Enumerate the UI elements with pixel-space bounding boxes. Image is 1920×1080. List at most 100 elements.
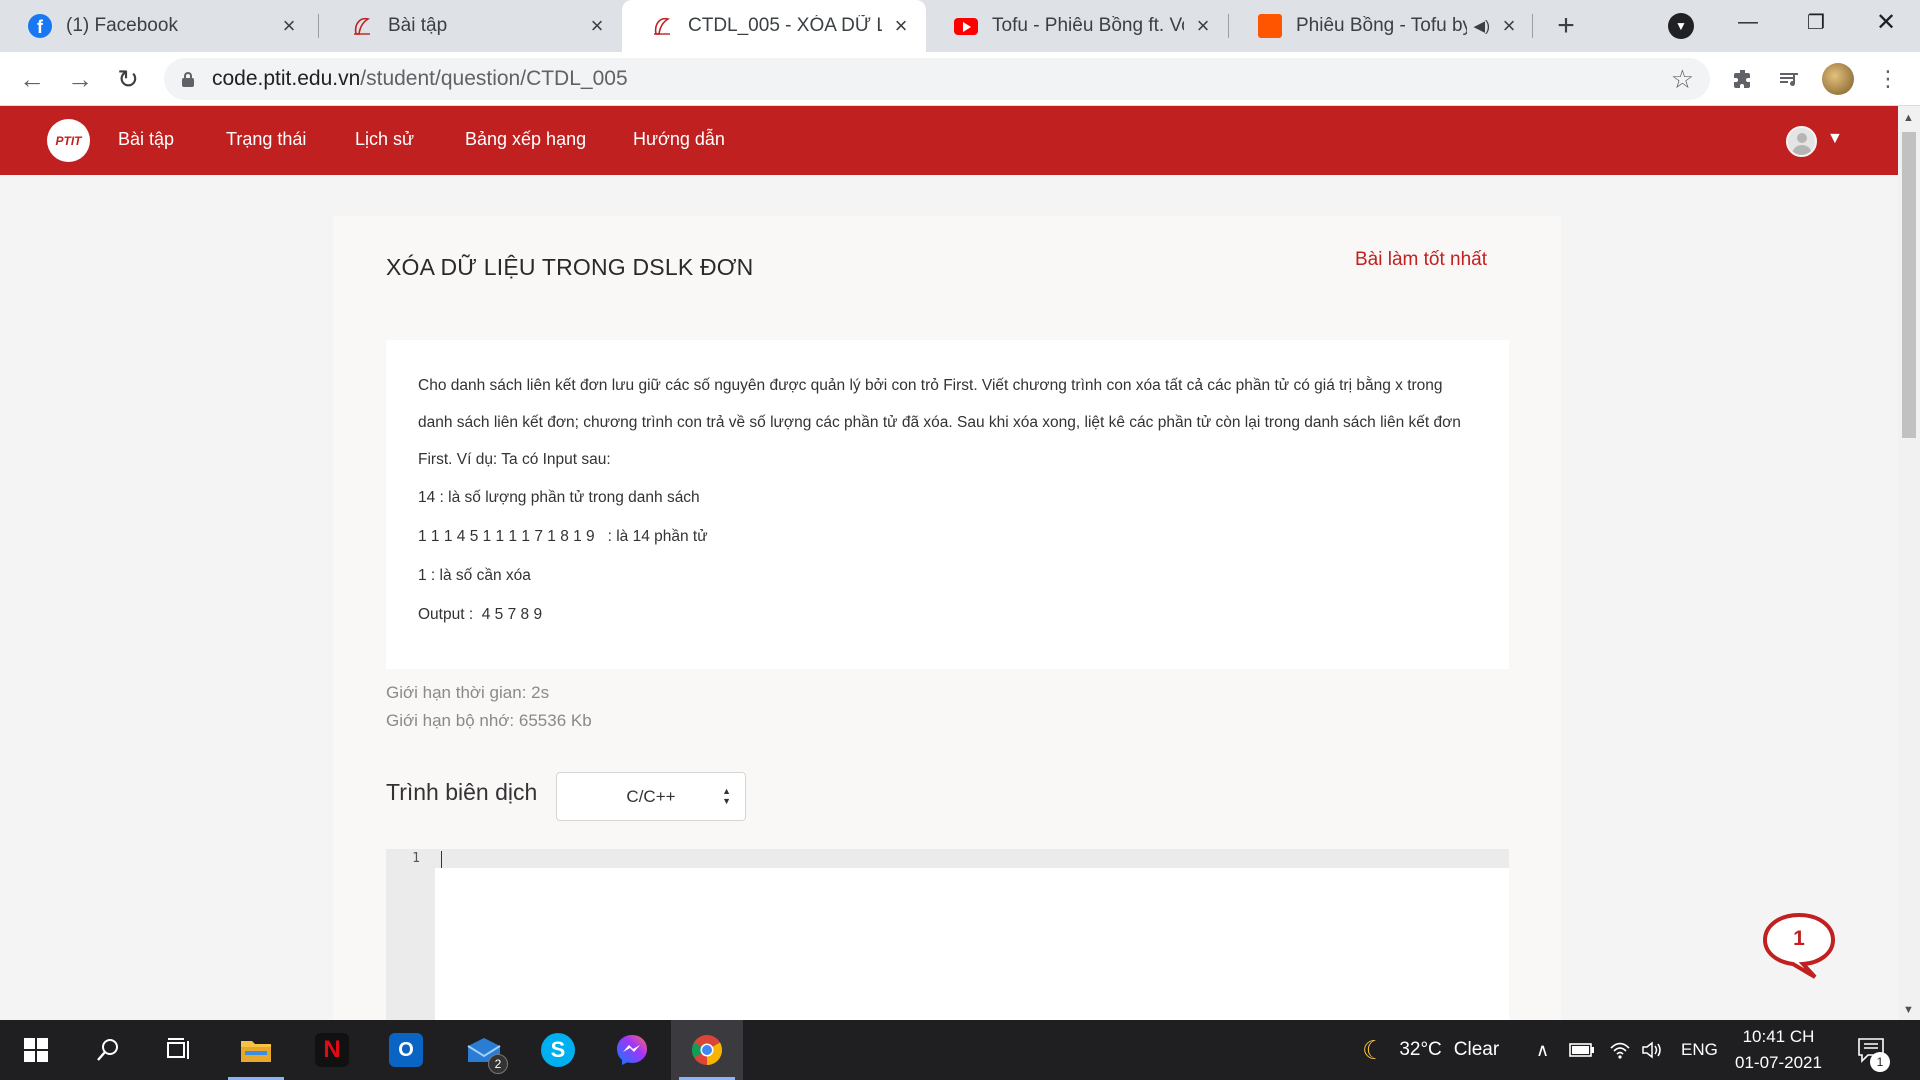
page-title: XÓA DỮ LIỆU TRONG DSLK ĐƠN <box>386 254 754 280</box>
tab-ctdl-005[interactable]: CTDL_005 - XÓA DỮ LIỆU × <box>622 0 926 52</box>
tab-title: Tofu - Phiêu Bồng ft. VoVa <box>992 15 1184 36</box>
lock-icon <box>182 71 194 87</box>
speaker-icon[interactable]: ◀︎) <box>1473 17 1490 35</box>
task-view-icon[interactable] <box>144 1020 216 1080</box>
compiler-value: C/C++ <box>626 786 676 806</box>
ptit-icon <box>650 14 674 38</box>
menu-dots-icon[interactable]: ⋮ <box>1872 63 1904 95</box>
close-icon[interactable]: × <box>278 13 300 38</box>
tab-separator <box>1228 14 1229 38</box>
mail-icon[interactable]: 2 <box>448 1020 520 1080</box>
tab-separator <box>1532 14 1533 38</box>
close-window-button[interactable]: ✕ <box>1852 0 1920 44</box>
nav-lich-su[interactable]: Lịch sử <box>355 129 414 150</box>
user-avatar[interactable] <box>1786 126 1817 157</box>
select-arrows-icon: ▲ ▼ <box>722 786 731 806</box>
url-path: /student/question/CTDL_005 <box>360 67 628 90</box>
close-icon[interactable]: × <box>586 13 608 38</box>
reload-icon[interactable]: ↻ <box>110 61 146 97</box>
show-hidden-icons-icon[interactable]: ∧ <box>1536 1020 1549 1080</box>
editor-gutter: 1 <box>386 849 435 1020</box>
chrome-taskbar-icon[interactable] <box>671 1020 743 1080</box>
chevron-down-icon[interactable]: ▼ <box>1827 130 1843 148</box>
language-indicator[interactable]: ENG <box>1681 1020 1718 1080</box>
close-icon[interactable]: × <box>1192 13 1214 38</box>
weather-widget[interactable]: ☾ 32°C Clear <box>1362 1020 1499 1080</box>
tab-separator <box>318 14 319 38</box>
netflix-icon[interactable]: N <box>296 1020 368 1080</box>
media-control-icon[interactable] <box>1773 63 1805 95</box>
best-solution-link[interactable]: Bài làm tốt nhất <box>1355 249 1487 271</box>
scrollbar-thumb[interactable] <box>1902 132 1916 438</box>
site-navbar: PTIT Bài tập Trạng thái Lịch sử Bảng xếp… <box>0 106 1898 175</box>
page-scrollbar[interactable]: ▲ ▼ <box>1898 106 1920 1020</box>
close-icon[interactable]: × <box>890 13 912 38</box>
skype-icon[interactable]: S <box>522 1020 594 1080</box>
notification-center-icon[interactable]: 1 <box>1856 1020 1890 1080</box>
site-logo[interactable]: PTIT <box>47 119 90 162</box>
nav-bang-xep-hang[interactable]: Bảng xếp hạng <box>465 129 586 150</box>
compiler-label: Trình biên dịch <box>386 779 538 805</box>
tab-title: CTDL_005 - XÓA DỮ LIỆU <box>688 15 882 36</box>
search-icon[interactable] <box>72 1020 144 1080</box>
notification-badge: 1 <box>1870 1052 1890 1072</box>
code-editor[interactable]: 1 <box>386 849 1509 1020</box>
line-number: 1 <box>412 851 420 866</box>
clock[interactable]: 10:41 CH 01-07-2021 <box>1735 1020 1822 1080</box>
wifi-icon[interactable] <box>1609 1020 1631 1080</box>
start-button[interactable] <box>0 1020 72 1080</box>
facebook-icon: f <box>28 14 52 38</box>
time-limit: Giới hạn thời gian: 2s <box>386 683 550 702</box>
weather-desc: Clear <box>1453 1039 1500 1060</box>
example-line: 1 : là số cần xóa <box>418 567 531 584</box>
chat-bubble-icon[interactable]: 1 <box>1759 909 1839 981</box>
page-viewport: PTIT Bài tập Trạng thái Lịch sử Bảng xếp… <box>0 106 1898 1020</box>
battery-icon[interactable] <box>1569 1020 1595 1080</box>
mail-badge: 2 <box>488 1054 508 1074</box>
nav-bai-tap[interactable]: Bài tập <box>118 129 174 150</box>
url-host: code.ptit.edu.vn <box>212 67 361 90</box>
limits: Giới hạn thời gian: 2s Giới hạn bộ nhớ: … <box>386 679 592 735</box>
windows-logo-icon <box>24 1038 48 1062</box>
messenger-icon[interactable] <box>596 1020 668 1080</box>
close-icon[interactable]: × <box>1498 13 1520 38</box>
memory-limit: Giới hạn bộ nhớ: 65536 Kb <box>386 711 592 730</box>
outlook-icon[interactable]: O <box>370 1020 442 1080</box>
weather-temp: 32°C <box>1399 1039 1442 1060</box>
volume-icon[interactable] <box>1641 1020 1665 1080</box>
example-line: 14 : là số lượng phần tử trong danh sách <box>418 489 700 506</box>
new-tab-button[interactable]: + <box>1550 9 1582 42</box>
nav-trang-thai[interactable]: Trạng thái <box>226 129 306 150</box>
tab-soundcloud[interactable]: Phiêu Bồng - Tofu by ◀︎) × <box>1230 0 1534 52</box>
nav-huong-dan[interactable]: Hướng dẫn <box>633 129 725 150</box>
youtube-icon <box>954 14 978 38</box>
moon-icon: ☾ <box>1362 1034 1386 1065</box>
address-bar[interactable]: code.ptit.edu.vn/student/question/CTDL_0… <box>164 58 1710 100</box>
tab-search-icon[interactable]: ▼ <box>1668 13 1694 39</box>
bookmark-star-icon[interactable]: ☆ <box>1671 64 1694 95</box>
tab-bai-tap[interactable]: Bài tập × <box>322 0 622 52</box>
tab-title: (1) Facebook <box>66 15 178 36</box>
back-arrow-icon[interactable]: ← <box>14 61 50 97</box>
soundcloud-icon <box>1258 14 1282 38</box>
clock-time: 10:41 CH <box>1742 1027 1815 1046</box>
extensions-icon[interactable] <box>1727 63 1759 95</box>
minimize-button[interactable]: — <box>1714 0 1782 44</box>
profile-avatar[interactable] <box>1822 63 1854 95</box>
scroll-down-icon[interactable]: ▼ <box>1903 1004 1914 1016</box>
restore-button[interactable]: ❐ <box>1782 0 1850 44</box>
tab-youtube[interactable]: Tofu - Phiêu Bồng ft. VoVa × <box>926 0 1228 52</box>
description-text: Cho danh sách liên kết đơn lưu giữ các s… <box>418 377 1461 468</box>
tab-title: Bài tập <box>388 15 448 36</box>
windows-taskbar: N O 2 S ☾ 32°C Clear ∧ ENG 10:41 CH 01-0… <box>0 1020 1920 1080</box>
text-cursor <box>441 851 442 868</box>
ptit-icon <box>350 14 374 38</box>
forward-arrow-icon[interactable]: → <box>62 61 98 97</box>
example-line: Output : 4 5 7 8 9 <box>418 606 543 623</box>
problem-description: Cho danh sách liên kết đơn lưu giữ các s… <box>386 340 1509 669</box>
tab-facebook[interactable]: f (1) Facebook × <box>0 0 314 52</box>
file-explorer-icon[interactable] <box>220 1020 292 1080</box>
compiler-select[interactable]: C/C++ ▲ ▼ <box>556 772 746 821</box>
scroll-up-icon[interactable]: ▲ <box>1903 112 1914 124</box>
chat-count: 1 <box>1793 927 1805 950</box>
